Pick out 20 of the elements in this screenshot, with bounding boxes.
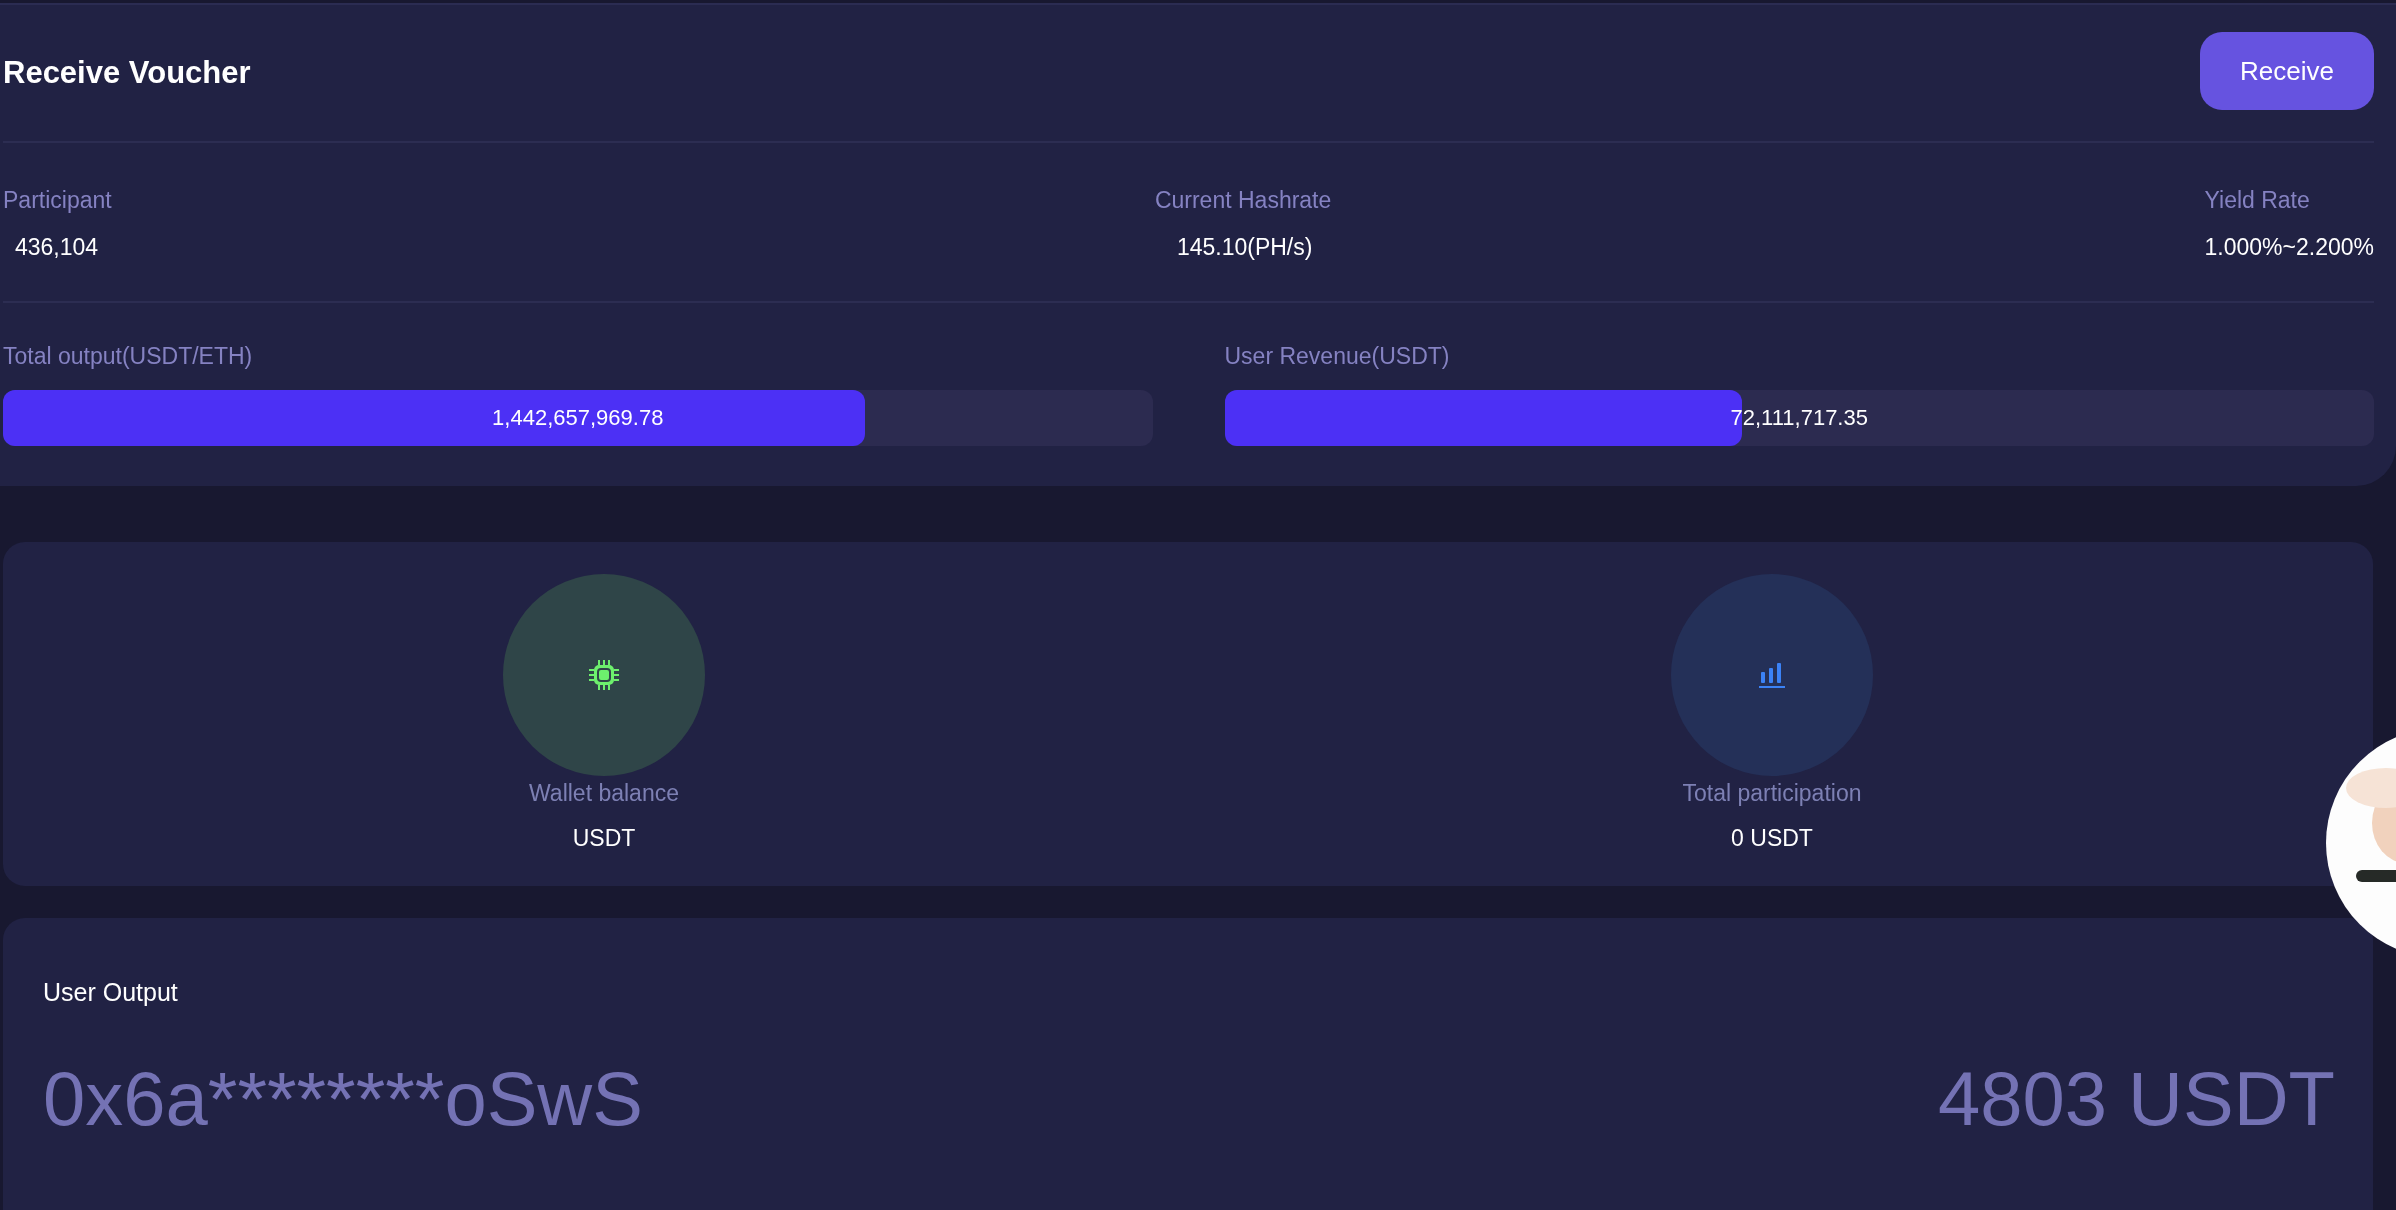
section-title: User Output [43, 978, 178, 1007]
output-amount: 4803 USDT [1937, 1055, 2335, 1142]
chip-icon [587, 658, 621, 692]
receive-button[interactable]: Receive [2200, 32, 2374, 110]
bar-chart-icon [1758, 661, 1786, 689]
stat-label: Yield Rate [2204, 187, 2311, 214]
stat-label: Participant [3, 187, 112, 214]
progress-value: 1,442,657,969.78 [492, 405, 664, 431]
balance-label: Wallet balance [529, 780, 679, 807]
stat-label: Current Hashrate [1154, 187, 1332, 214]
balance-value: USDT [572, 825, 636, 852]
stat-value: 436,104 [14, 234, 100, 261]
stat-value: 1.000%~2.200% [2204, 234, 2374, 261]
balance-value: 0 USDT [1731, 825, 1813, 852]
progress-label: Total output(USDT/ETH) [3, 343, 254, 370]
balance-label: Total participation [1682, 780, 1862, 807]
progress-label: User Revenue(USDT) [1224, 343, 1451, 370]
wallet-address: 0x6a********oSwS [43, 1055, 643, 1142]
card-title: Receive Voucher [3, 55, 251, 91]
stat-value: 145.10(PH/s) [1175, 234, 1314, 261]
